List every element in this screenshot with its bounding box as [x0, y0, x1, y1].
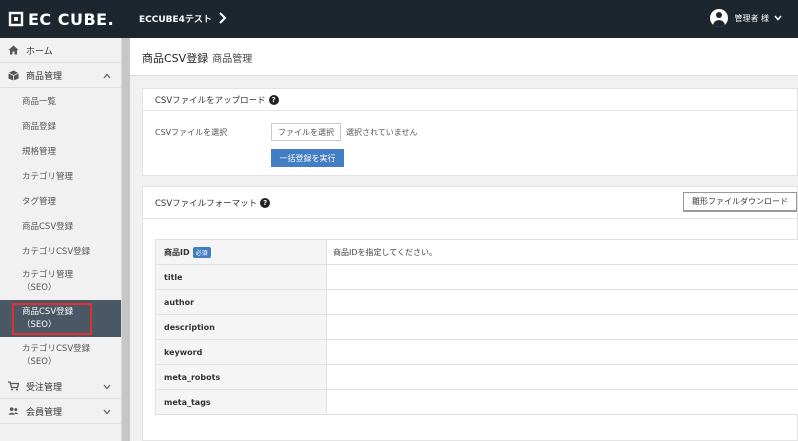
help-icon[interactable]: ?	[268, 94, 279, 105]
file-input[interactable]: ファイルを選択 選択されていません	[271, 123, 418, 141]
main-content: 商品CSV登録 商品管理 CSVファイルをアップロード ? CSVファイルを選択 …	[130, 38, 798, 441]
sidebar-item-label: ホーム	[26, 46, 53, 57]
format-table: 商品ID 必須 商品IDを指定してください。 title author descr…	[155, 239, 798, 415]
logo-mark-icon	[8, 11, 24, 27]
template-download-button[interactable]: 雛形ファイルダウンロード	[683, 192, 797, 212]
field-key: title	[155, 264, 327, 290]
chevron-down-icon	[774, 14, 782, 22]
chevron-up-icon	[103, 72, 111, 79]
file-select-button[interactable]: ファイルを選択	[271, 123, 341, 141]
sidebar-item-label: 会員管理	[26, 407, 63, 418]
upload-card-header: CSVファイルをアップロード ?	[143, 89, 797, 111]
sidebar-subitem-label: 商品一覧	[22, 96, 57, 107]
table-row: author	[155, 289, 798, 315]
sidebar-subitem-category-seo[interactable]: カテゴリ管理 （SEO）	[0, 263, 121, 300]
table-row: meta_tags	[155, 389, 798, 415]
bulk-register-button[interactable]: 一括登録を実行	[271, 149, 344, 167]
top-header: EC CUBE. ECCUBE4テスト 管理者 様	[0, 0, 798, 38]
sidebar-subitem-category[interactable]: カテゴリ管理	[0, 163, 121, 188]
label-line1: カテゴリ管理	[22, 269, 74, 280]
sidebar-subitem-product-list[interactable]: 商品一覧	[0, 88, 121, 113]
field-key-text: 商品ID	[164, 247, 190, 257]
sidebar-item-members[interactable]: 会員管理	[0, 399, 121, 424]
chevron-down-icon	[103, 408, 111, 415]
upload-card: CSVファイルをアップロード ? CSVファイルを選択 ファイルを選択 選択され…	[142, 88, 798, 176]
users-icon	[8, 406, 19, 417]
table-row: keyword	[155, 339, 798, 365]
sidebar-subitem-label: カテゴリCSV登録	[22, 246, 91, 257]
sidebar-subitem-label: タグ管理	[22, 196, 57, 207]
table-row: title	[155, 264, 798, 290]
field-description	[326, 289, 798, 315]
home-icon	[8, 45, 19, 56]
required-badge: 必須	[192, 246, 211, 258]
field-key: keyword	[155, 339, 327, 365]
page-title-text: 商品CSV登録	[142, 52, 209, 65]
highlight-annotation	[12, 303, 92, 335]
field-key: meta_robots	[155, 364, 327, 390]
sidebar-item-orders[interactable]: 受注管理	[0, 374, 121, 399]
shop-name-link[interactable]: ECCUBE4テスト	[139, 12, 212, 25]
sidebar-subitem-label: カテゴリCSV登録 （SEO）	[22, 343, 90, 369]
sidebar-subitem-category-csv-seo[interactable]: カテゴリCSV登録 （SEO）	[0, 337, 121, 374]
sidebar-subitem-category-csv[interactable]: カテゴリCSV登録	[0, 238, 121, 263]
sidebar-subitem-label: 規格管理	[22, 146, 57, 157]
page-title: 商品CSV登録 商品管理	[142, 50, 252, 66]
field-description	[326, 264, 798, 290]
upload-card-title: CSVファイルをアップロード	[155, 95, 266, 106]
sidebar-scrollbar[interactable]	[122, 38, 130, 441]
field-description: 商品IDを指定してください。	[326, 239, 798, 265]
label-line1: カテゴリCSV登録	[22, 343, 91, 354]
field-key: meta_tags	[155, 389, 327, 415]
box-icon	[8, 70, 19, 81]
format-card-header: CSVファイルフォーマット ? 雛形ファイルダウンロード	[143, 187, 797, 219]
sidebar-item-products[interactable]: 商品管理	[0, 63, 121, 88]
sidebar-subitem-label: カテゴリ管理 （SEO）	[22, 269, 73, 295]
format-card-title: CSVファイルフォーマット	[155, 198, 258, 209]
user-avatar-icon	[710, 9, 729, 27]
field-description	[326, 339, 798, 365]
sidebar-subitem-product-csv-seo[interactable]: 商品CSV登録 （SEO）	[0, 300, 121, 337]
cart-icon	[8, 381, 19, 392]
sidebar-subitem-label: 商品CSV登録	[22, 221, 74, 232]
file-field-label: CSVファイルを選択	[155, 128, 228, 137]
field-description	[326, 364, 798, 390]
sidebar-subitem-tag[interactable]: タグ管理	[0, 188, 121, 213]
table-row: meta_robots	[155, 364, 798, 390]
logo[interactable]: EC CUBE.	[8, 9, 115, 29]
chevron-right-icon[interactable]	[217, 11, 229, 25]
field-description	[326, 314, 798, 340]
sidebar-item-label: 商品管理	[26, 71, 63, 82]
field-description	[326, 389, 798, 415]
format-card: CSVファイルフォーマット ? 雛形ファイルダウンロード 商品ID 必須 商品ID…	[142, 186, 798, 441]
logo-text: EC CUBE.	[28, 9, 115, 29]
page-header: 商品CSV登録 商品管理	[130, 38, 798, 76]
field-key: author	[155, 289, 327, 315]
chevron-down-icon	[103, 383, 111, 390]
sidebar-subitem-label: 商品登録	[22, 121, 57, 132]
help-icon[interactable]: ?	[260, 197, 271, 208]
sidebar-item-home[interactable]: ホーム	[0, 38, 121, 63]
sidebar-subitem-product-csv[interactable]: 商品CSV登録	[0, 213, 121, 238]
sidebar: ホーム 商品管理 商品一覧 商品登録 規格管理 カテゴリ管理 タグ管理 商品CS…	[0, 38, 122, 441]
label-line2: （SEO）	[22, 356, 57, 367]
sidebar-subitem-class[interactable]: 規格管理	[0, 138, 121, 163]
sidebar-subitem-label: カテゴリ管理	[22, 171, 74, 182]
user-menu[interactable]: 管理者 様	[710, 9, 782, 27]
table-row: description	[155, 314, 798, 340]
field-key: description	[155, 314, 327, 340]
sidebar-subitem-product-register[interactable]: 商品登録	[0, 113, 121, 138]
sidebar-item-label: 受注管理	[26, 382, 63, 393]
table-row: 商品ID 必須 商品IDを指定してください。	[155, 239, 798, 265]
label-line2: （SEO）	[22, 282, 57, 293]
file-status-text: 選択されていません	[346, 127, 418, 137]
user-name: 管理者 様	[734, 13, 769, 23]
page-subtitle: 商品管理	[212, 54, 253, 65]
field-key: 商品ID 必須	[155, 239, 327, 265]
